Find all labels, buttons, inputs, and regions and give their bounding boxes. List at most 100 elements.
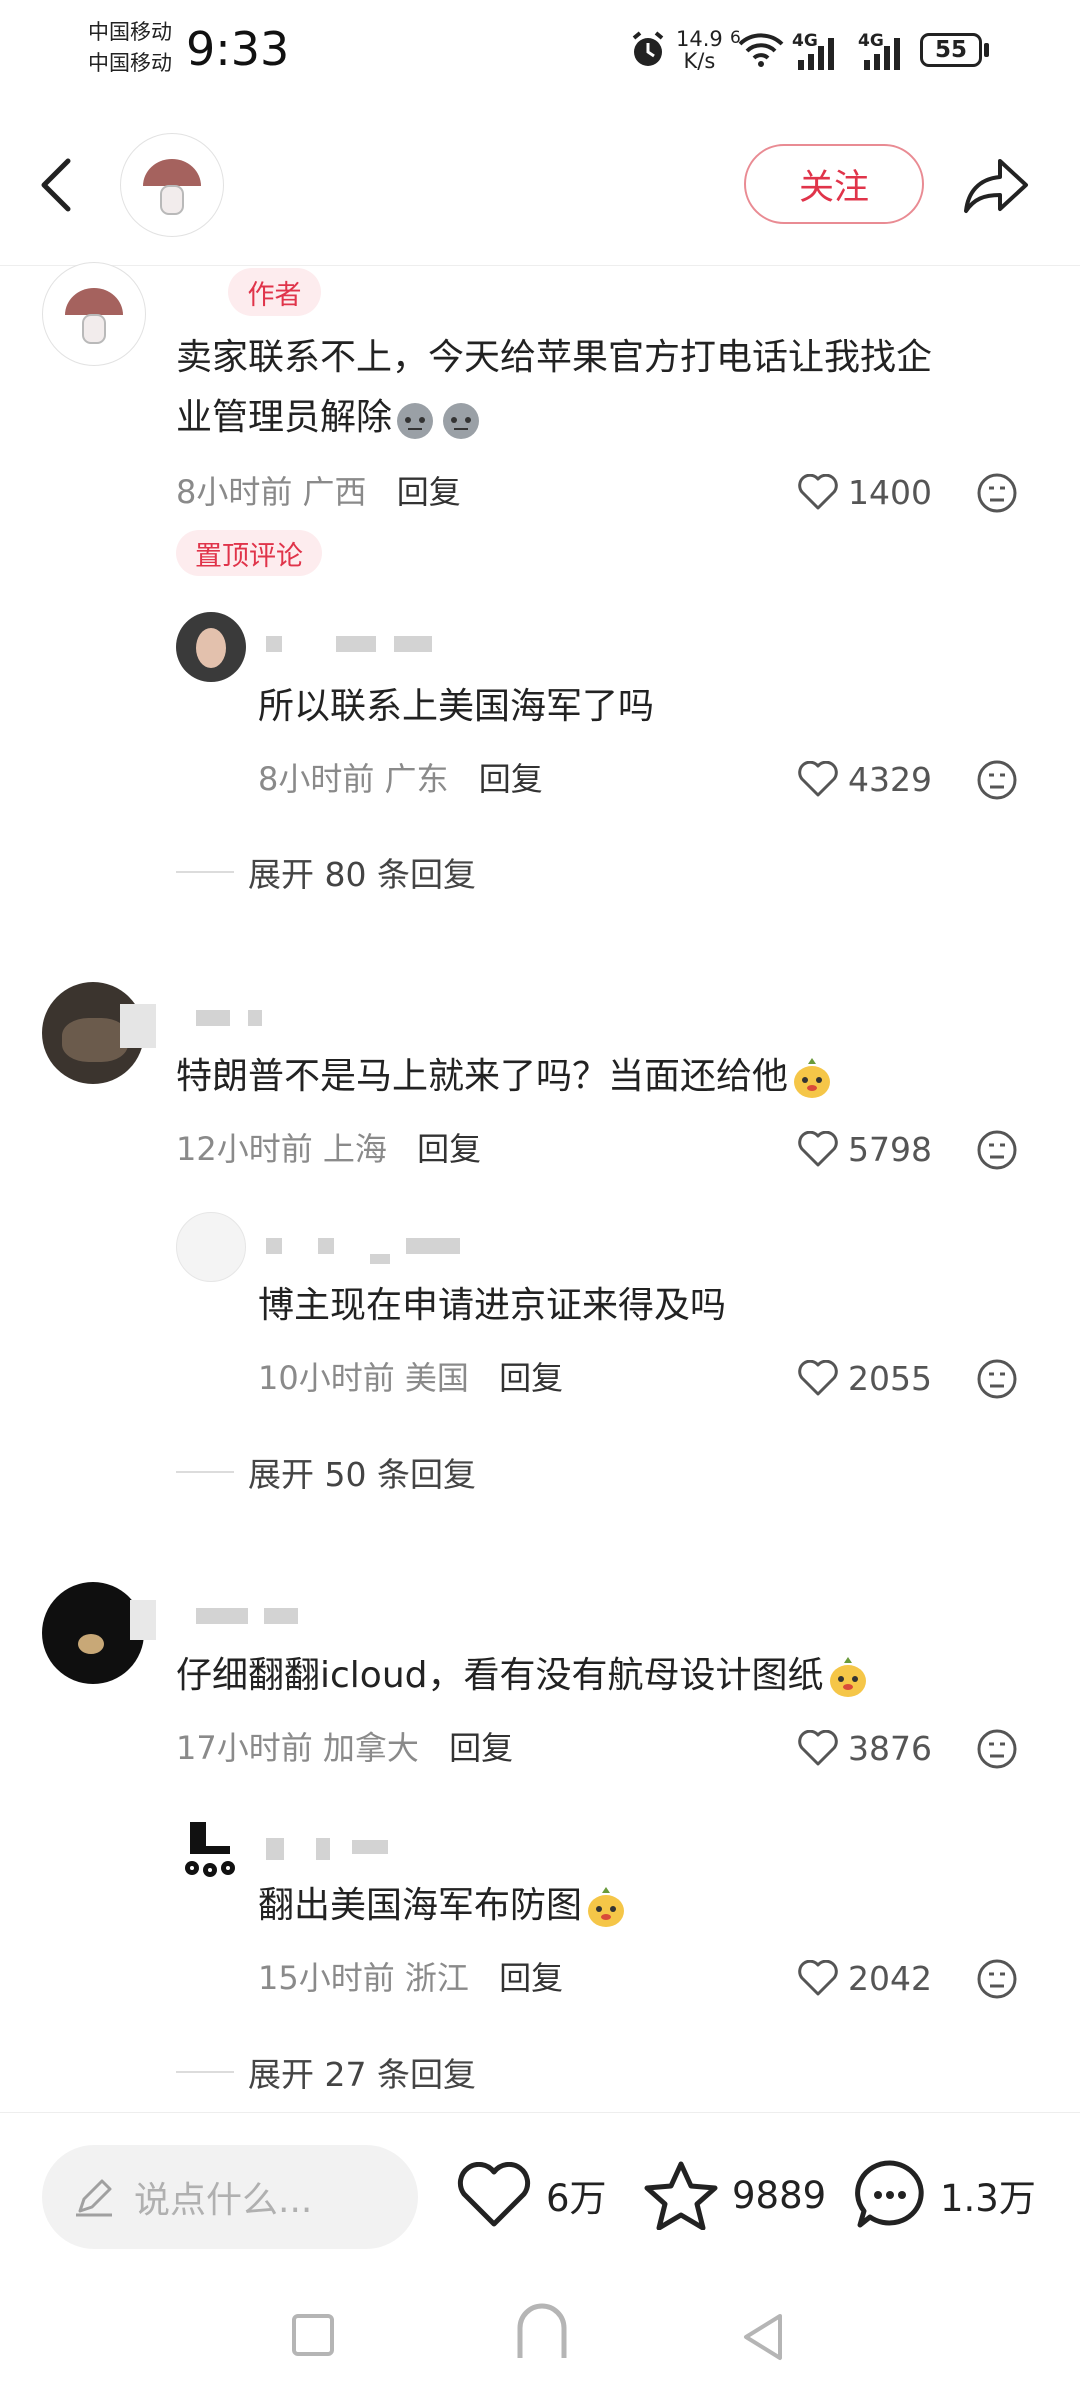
comment-meta: 12小时前 上海 回复 [176,1130,482,1168]
mushroom-icon [65,288,123,344]
reply-button[interactable]: 回复 [417,1130,481,1168]
like-button[interactable]: 4329 [798,757,932,801]
mushroom-icon [143,159,201,215]
username-blurred [248,1010,262,1026]
heart-icon [798,1131,838,1167]
reply-avatar[interactable] [176,1212,246,1282]
author-tag: 作者 [228,268,321,316]
reply-meta: 15小时前 浙江 回复 [258,1959,564,1997]
username-blurred [394,636,432,652]
dislike-face-icon[interactable] [976,1129,1018,1171]
clock: 9:33 [186,22,290,76]
heart-icon [457,2162,531,2227]
reply-text: 翻出美国海军布防图 [258,1877,630,1935]
heart-icon [798,1360,838,1396]
wifi-icon [738,33,784,67]
like-button[interactable]: 2042 [798,1956,932,2000]
reply-button[interactable]: 回复 [449,1729,513,1767]
follow-button[interactable]: 关注 [744,144,924,224]
header: 关注 [0,105,1080,266]
dislike-face-icon[interactable] [976,1358,1018,1400]
reply-button[interactable]: 回复 [499,1359,563,1397]
mango-emoji-icon [829,1657,866,1697]
avatar-mosaic [120,1004,156,1048]
dislike-face-icon[interactable] [976,1958,1018,2000]
carrier-2: 中国移动 [88,51,172,75]
comment-text-line-2: 业管理员解除 [176,389,484,447]
username-blurred [316,1838,330,1860]
comment-text: 特朗普不是马上就来了吗？当面还给他 [176,1048,836,1106]
home-icon[interactable] [514,2300,570,2360]
reply-meta: 10小时前 美国 回复 [258,1359,564,1397]
username-blurred [352,1840,388,1854]
mango-emoji-icon [794,1058,831,1098]
star-icon [644,2161,718,2230]
expand-replies[interactable]: 展开 80 条回复 [176,850,476,894]
alarm-icon [632,31,664,66]
username-blurred [406,1238,460,1254]
sweat-emoji-icon [397,403,434,439]
comment-input-placeholder: 说点什么... [134,2180,313,2221]
username-blurred [266,636,282,652]
username-blurred [196,1608,248,1624]
reply-text: 博主现在申请进京证来得及吗 [258,1285,727,1326]
author-avatar[interactable] [120,133,224,237]
avatar-mosaic [130,1600,156,1640]
like-post-button[interactable]: 6万 [456,2155,607,2235]
like-button[interactable]: 5798 [798,1127,932,1171]
heart-icon [798,1730,838,1766]
comment-avatar[interactable] [42,1582,144,1684]
comment-avatar[interactable] [42,262,146,366]
dislike-face-icon[interactable] [976,472,1018,514]
username-blurred [264,1608,298,1624]
username-blurred [318,1238,334,1254]
like-button[interactable]: 1400 [798,470,932,514]
battery-indicator: 55 [920,33,982,67]
heart-icon [798,474,838,510]
like-button[interactable]: 3876 [798,1726,932,1770]
favorite-button[interactable]: 9889 [644,2155,826,2235]
comment-text-line-1: 卖家联系不上，今天给苹果官方打电话让我找企 [176,337,933,378]
net-speed-value: 14.9 [676,27,723,51]
net-speed: 14.9 K/s [676,28,723,72]
username-blurred [370,1254,390,1264]
dislike-face-icon[interactable] [976,759,1018,801]
reply-text: 所以联系上美国海军了吗 [258,686,655,727]
net-speed-unit: K/s [683,49,716,73]
like-button[interactable]: 2055 [798,1356,932,1400]
heart-icon [798,1960,838,1996]
bottom-action-bar: 说点什么... 6万 9889 1.3万 [0,2112,1080,2273]
mango-emoji-icon [588,1887,625,1927]
reply-button[interactable]: 回复 [499,1959,563,1997]
reply-button[interactable]: 回复 [479,760,543,798]
share-icon[interactable] [962,155,1030,215]
comment-meta: 8小时前 广西 回复 [176,473,461,511]
battery-tip [984,43,989,57]
comment-text: 仔细翻翻icloud，看有没有航母设计图纸 [176,1647,872,1705]
comment-bubble-icon [855,2160,924,2228]
pencil-icon [76,2179,112,2217]
comment-input[interactable]: 说点什么... [42,2145,418,2249]
recents-icon[interactable] [290,2312,336,2358]
heart-icon [798,761,838,797]
status-bar: 中国移动 中国移动 9:33 14.9 K/s 6 4G 4G 55 [0,0,1080,105]
signal-1-icon [798,38,834,70]
reply-button[interactable]: 回复 [397,473,461,511]
expand-replies[interactable]: 展开 27 条回复 [176,2050,476,2094]
expand-replies[interactable]: 展开 50 条回复 [176,1450,476,1494]
pixel-avatar-icon [185,1822,235,1877]
dislike-face-icon[interactable] [976,1728,1018,1770]
carrier-1: 中国移动 [88,20,172,44]
back-icon[interactable] [36,157,76,213]
signal-2-icon [864,38,900,70]
back-nav-icon[interactable] [740,2312,786,2362]
sweat-emoji-icon [443,403,480,439]
pinned-tag: 置顶评论 [176,530,322,576]
username-blurred [336,636,376,652]
username-blurred [266,1838,284,1860]
comments-button[interactable]: 1.3万 [854,2155,1036,2235]
system-nav-bar [0,2272,1080,2390]
reply-avatar[interactable] [176,1818,246,1888]
username-blurred [196,1010,230,1026]
reply-avatar[interactable] [176,612,246,682]
